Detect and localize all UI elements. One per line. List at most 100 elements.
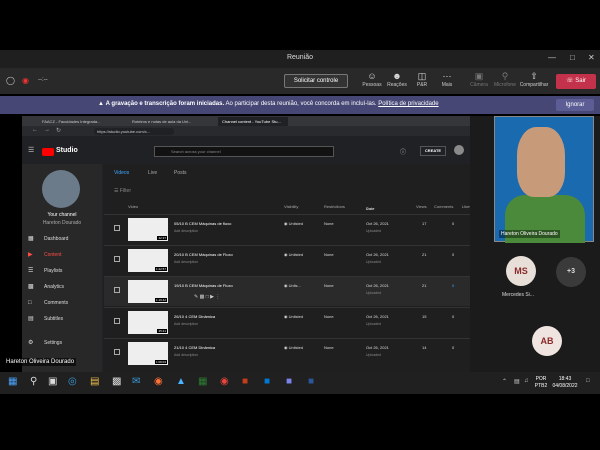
sidebar-item-dashboard[interactable]: ▦ Dashboard — [22, 232, 102, 246]
table-row[interactable]: 42:37 05/10 B CEM Máquinas de fluxo Add de… — [104, 214, 470, 244]
table-row[interactable]: 1:19:42 19/10 B CEM Máquinas de Fluxo ◉ Un… — [104, 276, 470, 306]
edit-icon[interactable]: ✎ — [194, 294, 198, 300]
row-checkbox[interactable] — [114, 318, 120, 324]
powerpoint-icon[interactable]: ■ — [242, 376, 248, 387]
date-cell: Oct 26, 2021 — [366, 221, 389, 226]
menu-icon[interactable]: ☰ — [28, 146, 34, 154]
url-field[interactable]: https://studio.youtube.com/c... — [94, 128, 174, 135]
search-input[interactable]: Search across your channel — [154, 146, 334, 157]
filter-bar[interactable]: ☰ Filter — [114, 188, 131, 194]
minimize-icon[interactable]: — — [548, 53, 556, 62]
phone-icon: ☏ — [566, 78, 574, 84]
maximize-icon[interactable]: □ — [570, 53, 575, 62]
browser-tab[interactable]: Roteiros e notas de aula da Uni... — [128, 117, 216, 126]
store-icon[interactable]: ▩ — [112, 376, 121, 387]
sidebar-item-comments[interactable]: □ Comments — [22, 296, 102, 310]
tab-videos[interactable]: Videos — [114, 170, 129, 176]
analytics-icon[interactable]: ▩ — [200, 294, 205, 300]
video-title[interactable]: 20/10 B CEM Máquinas de Fluxo — [174, 252, 233, 257]
video-thumbnail[interactable]: 42:37 — [128, 218, 168, 241]
more-participants-badge[interactable]: +3 — [556, 257, 586, 287]
video-duration: 1:19:42 — [154, 298, 167, 302]
channel-avatar[interactable] — [42, 170, 80, 208]
windows-start-icon[interactable]: ▦ — [8, 376, 17, 387]
video-title[interactable]: 21/10 4 CEM Dinâmica — [174, 345, 215, 350]
back-icon[interactable]: ← — [32, 127, 38, 133]
row-checkbox[interactable] — [114, 287, 120, 293]
options-icon[interactable]: ⋮ — [215, 294, 220, 300]
video-title[interactable]: 26/10 4 CEM Dinâmica — [174, 314, 215, 319]
views-cell: 21 — [422, 252, 427, 257]
table-row[interactable]: 35:41 26/10 4 CEM Dinâmica Add description… — [104, 307, 470, 337]
row-checkbox[interactable] — [114, 225, 120, 231]
create-button[interactable]: CREATE — [420, 146, 446, 156]
leave-button[interactable]: ☏ Sair — [556, 74, 596, 89]
filter-icon: ☰ — [114, 188, 119, 194]
teams-icon[interactable]: ■ — [286, 376, 292, 387]
visibility-cell[interactable]: ◉ Unlisted — [284, 345, 303, 350]
keyboard-language[interactable]: POR PTB2 — [534, 376, 548, 390]
participant-avatar-ms[interactable]: MS — [506, 256, 536, 286]
tab-live[interactable]: Live — [148, 170, 157, 176]
photos-icon[interactable]: ▲ — [176, 376, 186, 387]
search-icon[interactable]: ⚲ — [30, 376, 37, 387]
video-thumbnail[interactable]: 1:22:57 — [128, 249, 168, 272]
video-thumbnail[interactable]: 1:08:03 — [128, 342, 168, 365]
help-icon[interactable]: ⓘ — [400, 147, 406, 156]
row-checkbox[interactable] — [114, 256, 120, 262]
browser-tab-active[interactable]: Channel content - YouTube Stu... — [218, 117, 288, 126]
mic-button[interactable]: ⚲ Microfone — [490, 71, 520, 88]
restrictions-cell: None — [324, 252, 334, 257]
speaker-video-tile[interactable]: Hareton Oliveira Dourado — [494, 116, 594, 243]
youtube-icon[interactable]: ▶ — [210, 294, 214, 300]
volume-icon[interactable]: ♫ — [524, 378, 529, 384]
firefox-icon[interactable]: ◉ — [154, 376, 163, 387]
video-thumbnail[interactable]: 35:41 — [128, 311, 168, 334]
mail-icon[interactable]: ✉ — [132, 376, 140, 387]
browser-tabs: FAACZ - Faculdades Integrada... Roteiros… — [22, 116, 470, 126]
clock[interactable]: 18:43 04/08/2022 — [550, 376, 580, 390]
table-row[interactable]: 1:22:57 20/10 B CEM Máquinas de Fluxo Add … — [104, 245, 470, 275]
info-icon: ▲ — [98, 101, 104, 107]
forward-icon[interactable]: → — [44, 127, 50, 133]
request-control-button[interactable]: Solicitar controle — [284, 74, 348, 88]
network-icon[interactable]: ▤ — [514, 378, 520, 385]
chrome-icon[interactable]: ◉ — [220, 376, 229, 387]
youtube-logo-icon — [42, 148, 54, 156]
avatar[interactable] — [454, 145, 464, 155]
task-view-icon[interactable]: ▣ — [48, 376, 57, 387]
channel-name: Hareton Dourado — [42, 220, 82, 226]
visibility-cell[interactable]: ◉ Unlis... — [284, 283, 301, 288]
sidebar-item-settings[interactable]: ⚙ Settings — [22, 336, 102, 350]
privacy-policy-link[interactable]: Política de privacidade — [378, 101, 438, 107]
visibility-cell[interactable]: ◉ Unlisted — [284, 252, 303, 257]
participant-avatar-ab[interactable]: AB — [532, 326, 562, 356]
reload-icon[interactable]: ↻ — [56, 127, 61, 134]
tab-posts[interactable]: Posts — [174, 170, 187, 176]
video-title[interactable]: 19/10 B CEM Máquinas de Fluxo — [174, 283, 233, 288]
visibility-cell[interactable]: ◉ Unlisted — [284, 221, 303, 226]
sidebar-item-analytics[interactable]: ▩ Analytics — [22, 280, 102, 294]
excel-icon[interactable]: ▦ — [198, 376, 207, 387]
word-icon[interactable]: ■ — [308, 376, 314, 387]
file-explorer-icon[interactable]: ▤ — [90, 376, 99, 387]
comments-icon[interactable]: □ — [206, 294, 209, 300]
row-checkbox[interactable] — [114, 349, 120, 355]
sidebar-item-playlists[interactable]: ☰ Playlists — [22, 264, 102, 278]
visibility-cell[interactable]: ◉ Unlisted — [284, 314, 303, 319]
tray-chevron-icon[interactable]: ⌃ — [502, 378, 507, 385]
share-button[interactable]: ⇧ Compartilhar — [519, 71, 549, 88]
ignore-button[interactable]: Ignorar — [556, 99, 594, 111]
sidebar-item-content[interactable]: ▶ Content — [22, 248, 102, 262]
notification-icon[interactable]: □ — [586, 378, 590, 384]
close-icon[interactable]: ✕ — [588, 53, 595, 62]
edge-icon[interactable]: ◎ — [68, 376, 77, 387]
more-button[interactable]: ⋯ Mais — [432, 71, 462, 88]
video-thumbnail[interactable]: 1:19:42 — [128, 280, 168, 303]
sidebar-item-subtitles[interactable]: ▤ Subtitles — [22, 312, 102, 326]
table-row[interactable]: 1:08:03 21/10 4 CEM Dinâmica Add descripti… — [104, 338, 470, 368]
shield-icon[interactable]: ◯ — [6, 76, 15, 85]
browser-tab[interactable]: FAACZ - Faculdades Integrada... — [38, 117, 126, 126]
video-title[interactable]: 05/10 B CEM Máquinas de fluxo — [174, 221, 231, 226]
outlook-icon[interactable]: ■ — [264, 376, 270, 387]
